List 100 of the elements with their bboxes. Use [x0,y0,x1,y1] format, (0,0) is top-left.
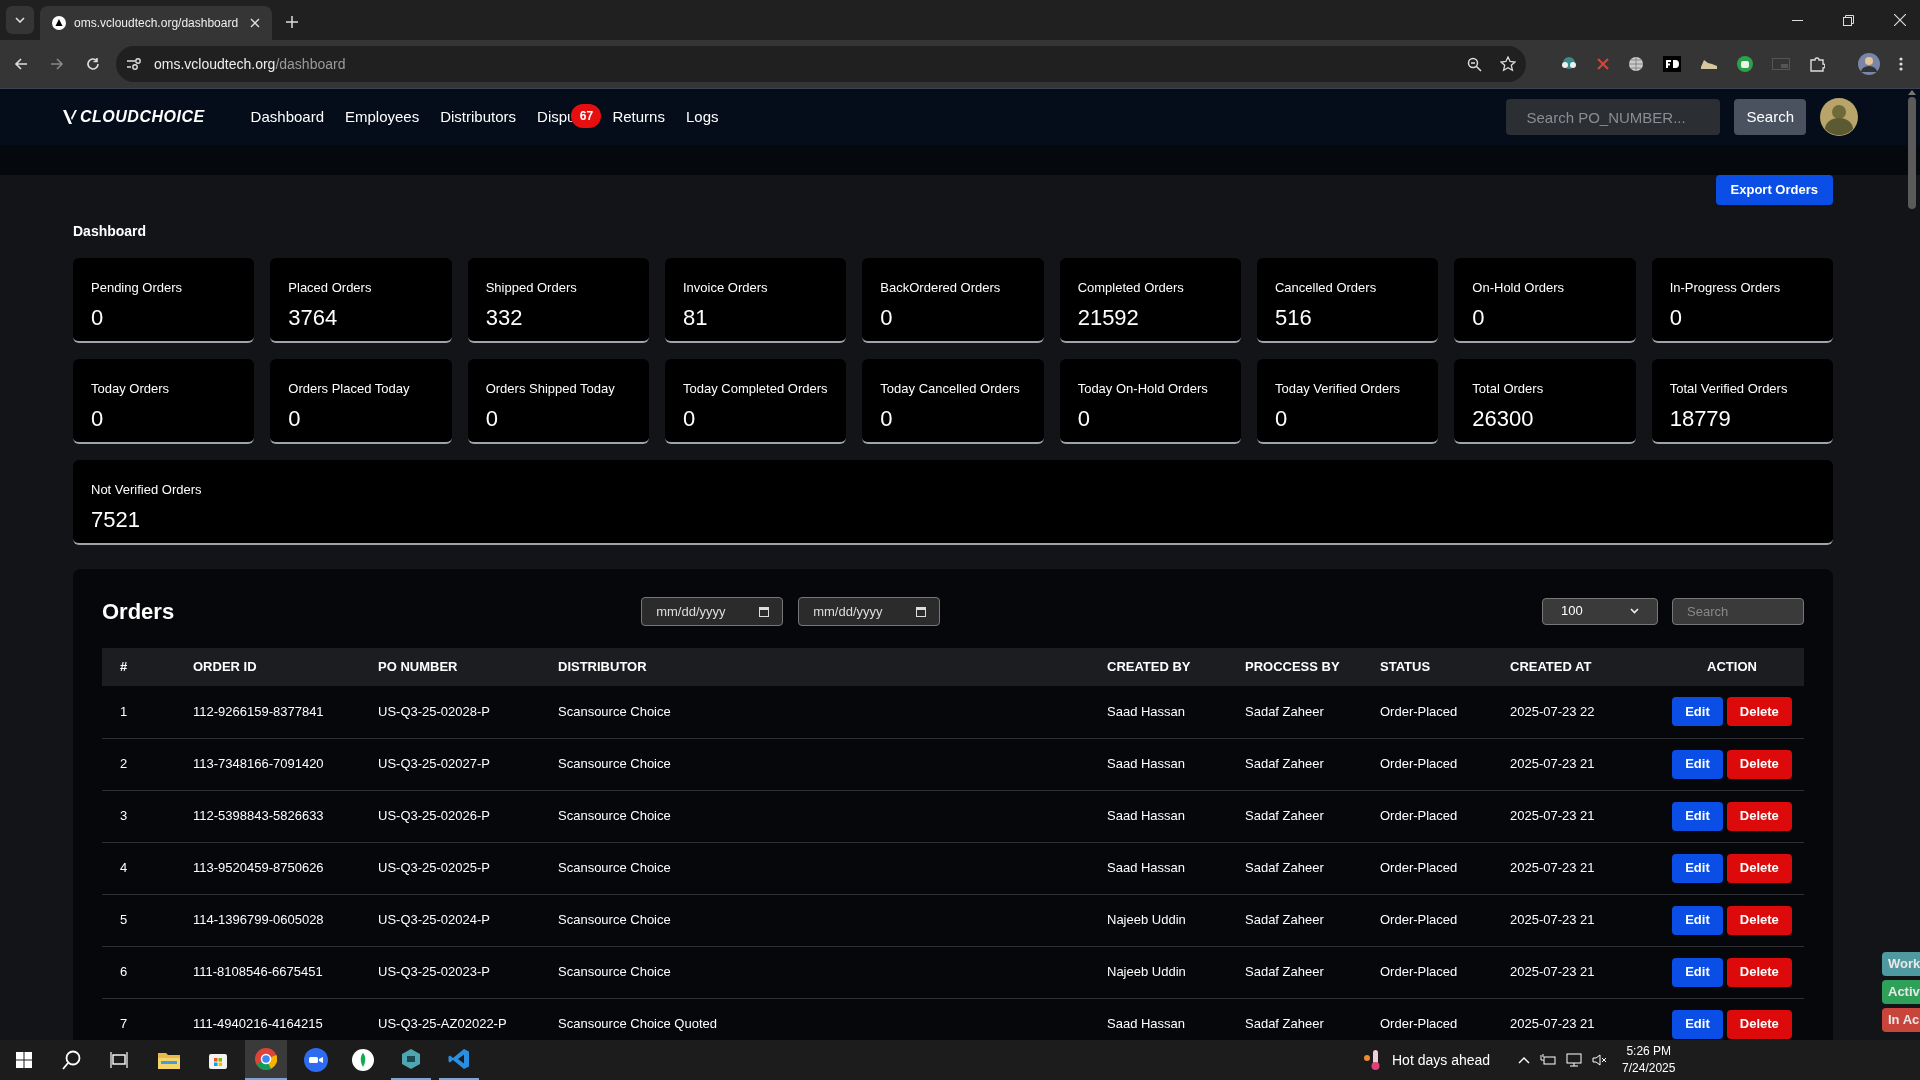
nav-link[interactable]: Dashboard [250,105,324,129]
site-settings-icon[interactable] [126,57,142,71]
muted-speaker-icon[interactable] [1592,1054,1609,1066]
fd-extension-icon[interactable] [1663,56,1681,72]
restore-icon[interactable] [1843,14,1854,26]
delete-button[interactable]: Delete [1726,905,1792,935]
back-icon[interactable] [14,57,28,71]
table-cell: 113-9520459-8750626 [193,842,378,894]
stat-label: Orders Shipped Today [485,380,615,398]
delete-button[interactable]: Delete [1726,801,1792,831]
new-tab-icon[interactable] [286,16,298,28]
edit-button[interactable]: Edit [1672,853,1723,883]
edit-button[interactable]: Edit [1672,749,1723,779]
globe-icon[interactable] [1628,56,1644,72]
table-cell: Order-Placed [1380,738,1510,790]
puzzle-icon[interactable] [1809,56,1825,72]
table-cell: US-Q3-25-02024-P [378,894,558,946]
po-search-field[interactable]: Search PO_NUMBER... [1506,99,1721,135]
stat-label: Placed Orders [288,279,372,297]
delete-button[interactable]: Delete [1726,853,1792,883]
avatar-icon[interactable] [1820,98,1858,136]
side-tab[interactable]: In Ac [1882,1008,1920,1032]
table-search-field[interactable]: Search [1672,597,1804,625]
tab-list-button[interactable] [6,6,34,34]
leaf-icon[interactable] [352,1049,374,1071]
edit-button[interactable]: Edit [1672,1009,1723,1039]
address-bar[interactable]: oms.vcloudtech.org/dashboard [116,46,1526,82]
column-header: # [102,648,193,686]
edit-button[interactable]: Edit [1672,905,1723,935]
date-to-field[interactable]: mm/dd/yyyy [798,596,941,626]
table-cell: Sadaf Zaheer [1245,842,1380,894]
table-cell: Scansource Choice [558,842,1107,894]
table-cell: 6 [102,946,193,998]
table-cell: Saad Hassan [1107,998,1245,1040]
table-cell: US-Q3-25-AZ02022-P [378,998,558,1040]
table-cell: 3 [102,790,193,842]
clock-time[interactable]: 5:26 PM [1626,1043,1672,1060]
zoom-icon[interactable] [1467,56,1482,72]
stat-label: Today Cancelled Orders [880,380,1020,398]
logo-mark-icon [62,108,78,126]
forward-icon[interactable] [50,57,64,71]
clock-date[interactable]: 7/24/2025 [1622,1060,1676,1077]
export-orders-button[interactable]: Export Orders [1715,175,1833,205]
scrollbar-thumb[interactable] [1908,97,1916,209]
table-cell: 111-4940216-4164215 [193,998,378,1040]
nav-link[interactable]: Returns [612,105,665,129]
chevron-up-icon[interactable] [1518,1056,1531,1064]
stat-value: 0 [1077,404,1090,433]
delete-button[interactable]: Delete [1726,1009,1792,1039]
stat-value: 0 [1669,303,1682,332]
weather-text[interactable]: Hot days ahead [1392,1049,1491,1071]
stat-value: 0 [880,303,893,332]
x-mark-icon[interactable] [1597,58,1609,70]
table-cell: 112-9266159-8377841 [193,686,378,738]
table-cell: US-Q3-25-02026-P [378,790,558,842]
glasses-icon[interactable] [1560,57,1578,71]
nav-link[interactable]: Logs [685,105,719,129]
search-button[interactable]: Search [1734,99,1806,135]
calendar-icon[interactable] [916,605,927,617]
delete-button[interactable]: Delete [1726,697,1792,727]
scroll-up-icon[interactable] [1908,90,1916,95]
windows-start-icon[interactable] [16,1052,32,1068]
delete-button[interactable]: Delete [1726,957,1792,987]
stat-label: Today Completed Orders [683,380,828,398]
column-header: ORDER ID [193,648,378,686]
nav-link[interactable]: Distributors [440,105,517,129]
calendar-icon[interactable] [759,605,770,617]
table-cell: Scansource Choice [558,946,1107,998]
profile-icon[interactable] [1858,53,1880,75]
table-cell: US-Q3-25-02025-P [378,842,558,894]
zoom-app-icon[interactable] [304,1048,328,1072]
edit-button[interactable]: Edit [1672,801,1723,831]
taskbar-app-active[interactable] [245,1040,287,1080]
table-cell: Sadaf Zaheer [1245,738,1380,790]
network-icon[interactable] [1566,1053,1583,1067]
table-cell: Sadaf Zaheer [1245,686,1380,738]
page-size-select[interactable]: 100 [1542,597,1658,625]
logo[interactable]: CLOUDCHOICE [62,105,205,129]
search-icon[interactable] [62,1050,82,1070]
nav-link[interactable]: Employees [345,105,420,129]
menu-icon[interactable] [1899,57,1903,71]
delete-button[interactable]: Delete [1726,749,1792,779]
close-icon[interactable] [1894,14,1906,26]
star-icon[interactable] [1500,56,1516,72]
battery-icon[interactable] [1540,1054,1557,1066]
table-cell: 2025-07-23 21 [1510,842,1660,894]
close-icon[interactable] [250,18,260,28]
stat-value: 0 [1472,303,1485,332]
task-view-icon[interactable] [110,1052,128,1068]
table-cell: Scansource Choice [558,894,1107,946]
date-from-field[interactable]: mm/dd/yyyy [641,596,784,626]
edit-button[interactable]: Edit [1672,697,1723,727]
reload-icon[interactable] [86,57,100,71]
folder-icon[interactable] [158,1051,180,1069]
browser-tab[interactable]: oms.vcloudtech.org/dashboard [40,6,272,40]
column-header: PROCCESS BY [1245,648,1380,686]
table-cell: 5 [102,894,193,946]
stat-value: 3764 [288,303,338,332]
edit-button[interactable]: Edit [1672,957,1723,987]
stat-label: Today Orders [91,380,170,398]
